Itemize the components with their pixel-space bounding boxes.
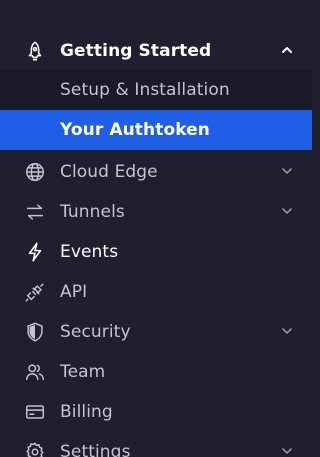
sidebar-item-label: API: [60, 282, 88, 302]
sidebar-item-label: Your Authtoken: [60, 120, 211, 140]
sidebar-item-api[interactable]: API: [0, 272, 312, 312]
sidebar-item-label: Setup & Installation: [60, 80, 230, 100]
sidebar-item-tunnels[interactable]: Tunnels: [0, 192, 312, 232]
sidebar-item-billing[interactable]: Billing: [0, 392, 312, 432]
sidebar-item-label: Security: [60, 322, 131, 342]
sidebar-subitem-setup-installation[interactable]: Setup & Installation: [0, 70, 312, 110]
sidebar-item-label: Tunnels: [60, 202, 125, 222]
sidebar-item-getting-started[interactable]: Getting Started: [0, 31, 312, 71]
plug-icon: [23, 280, 47, 304]
sidebar-item-label: Getting Started: [60, 41, 212, 61]
sidebar-item-label: Billing: [60, 402, 113, 422]
sidebar-item-events[interactable]: Events: [0, 232, 312, 272]
lightning-icon: [23, 240, 47, 264]
globe-icon: [23, 160, 47, 184]
rocket-icon: [23, 39, 47, 63]
sidebar-item-settings[interactable]: Settings: [0, 432, 312, 457]
chevron-down-icon[interactable]: [280, 444, 294, 457]
chevron-down-icon[interactable]: [280, 204, 294, 218]
sidebar-subitem-your-authtoken[interactable]: Your Authtoken: [0, 110, 312, 150]
sidebar-item-security[interactable]: Security: [0, 312, 312, 352]
sidebar-item-team[interactable]: Team: [0, 352, 312, 392]
credit-card-icon: [23, 400, 47, 424]
sidebar-item-label: Cloud Edge: [60, 162, 158, 182]
arrows-swap-icon: [23, 200, 47, 224]
chevron-down-icon[interactable]: [280, 164, 294, 178]
gear-icon: [23, 440, 47, 457]
sidebar-item-label: Team: [60, 362, 106, 382]
shield-icon: [23, 320, 47, 344]
chevron-down-icon[interactable]: [280, 324, 294, 338]
sidebar-item-label: Settings: [60, 442, 131, 457]
sidebar-item-cloud-edge[interactable]: Cloud Edge: [0, 152, 312, 192]
users-icon: [23, 360, 47, 384]
docs-sidebar: Getting Started Setup & Installation You…: [0, 0, 312, 457]
chevron-up-icon[interactable]: [280, 43, 294, 57]
sidebar-item-label: Events: [60, 242, 119, 262]
